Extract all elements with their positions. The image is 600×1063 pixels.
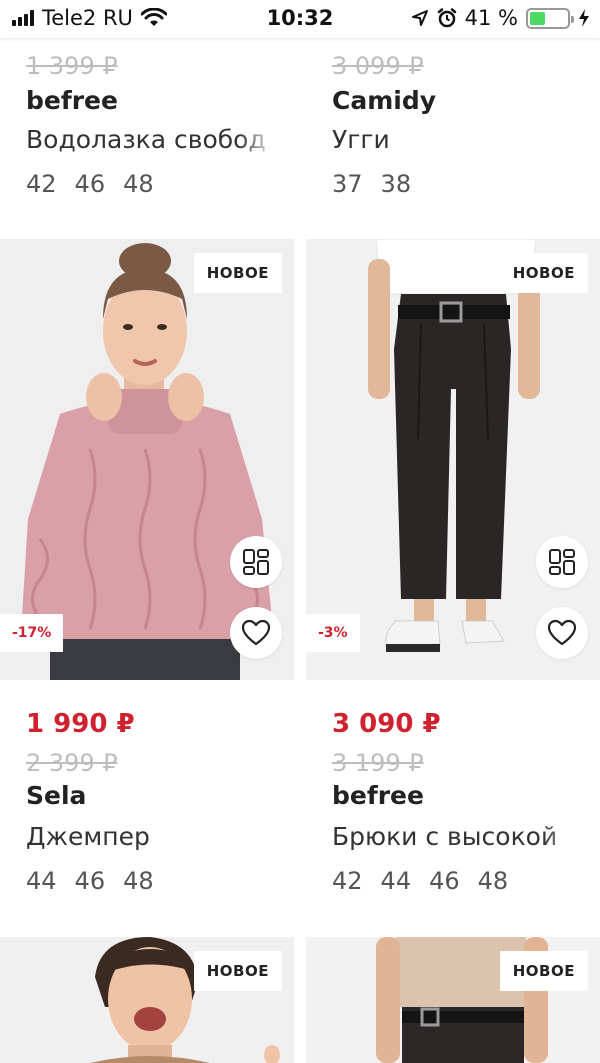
new-badge: НОВОЕ bbox=[193, 951, 282, 991]
product-name: Угги bbox=[332, 125, 390, 154]
new-badge: НОВОЕ bbox=[499, 253, 588, 293]
brand-name: befree bbox=[26, 86, 118, 115]
status-bar: Tele2 RU 10:32 41 % bbox=[0, 0, 600, 38]
new-badge: НОВОЕ bbox=[193, 253, 282, 293]
product-name: Брюки с высокой bbox=[332, 822, 558, 851]
grid-icon bbox=[549, 549, 575, 575]
new-badge: НОВОЕ bbox=[499, 951, 588, 991]
size-option: 46 bbox=[74, 170, 106, 198]
product-name: Водолазка свобод bbox=[26, 125, 266, 154]
location-icon bbox=[411, 10, 428, 26]
product-photo[interactable]: НОВОЕ -17% bbox=[0, 239, 294, 680]
old-price: 3 099 ₽ bbox=[332, 52, 424, 80]
size-option: 42 bbox=[26, 170, 57, 198]
favorite-button[interactable] bbox=[230, 607, 282, 659]
product-card[interactable]: НОВОЕ bbox=[306, 937, 600, 1063]
battery-level bbox=[530, 11, 545, 25]
similar-products-button[interactable] bbox=[536, 536, 588, 588]
size-option: 46 bbox=[429, 867, 460, 895]
grid-icon bbox=[243, 549, 269, 575]
size-option: 38 bbox=[380, 170, 412, 198]
product-name: Джемпер bbox=[26, 822, 150, 851]
current-price: 3 090 ₽ bbox=[332, 709, 441, 739]
size-option: 48 bbox=[123, 867, 154, 895]
similar-products-button[interactable] bbox=[230, 536, 282, 588]
product-card[interactable]: НОВОЕ bbox=[0, 937, 294, 1063]
battery-icon bbox=[526, 7, 574, 29]
product-photo[interactable]: НОВОЕ bbox=[0, 937, 294, 1063]
size-list: 37 38 bbox=[332, 170, 582, 198]
product-card[interactable]: НОВОЕ -17% 1 990 ₽ 2 399 ₽ Sela Джемпер bbox=[0, 239, 294, 937]
size-option: 44 bbox=[380, 867, 412, 895]
product-photo[interactable]: НОВОЕ bbox=[306, 937, 600, 1063]
size-option: 46 bbox=[74, 867, 106, 895]
battery-percent: 41 % bbox=[464, 6, 518, 30]
size-list: 44 46 48 bbox=[26, 867, 276, 895]
heart-icon bbox=[547, 619, 577, 646]
size-option: 44 bbox=[26, 867, 57, 895]
brand-name: Sela bbox=[26, 781, 87, 810]
discount-badge: -17% bbox=[0, 614, 64, 652]
size-list: 42 44 46 48 bbox=[332, 867, 582, 895]
product-photo[interactable]: НОВОЕ -3% bbox=[306, 239, 600, 680]
brand-name: befree bbox=[332, 781, 424, 810]
discount-badge: -3% bbox=[306, 614, 360, 652]
size-option: 42 bbox=[332, 867, 363, 895]
charging-icon bbox=[579, 9, 589, 27]
size-option: 37 bbox=[332, 170, 363, 198]
favorite-button[interactable] bbox=[536, 607, 588, 659]
product-card[interactable]: НОВОЕ -3% 3 090 ₽ 3 199 ₽ befree Брюки с bbox=[306, 239, 600, 937]
current-price: 1 990 ₽ bbox=[26, 709, 135, 739]
size-option: 48 bbox=[477, 867, 509, 895]
heart-icon bbox=[241, 619, 271, 646]
size-list: 42 46 48 bbox=[26, 170, 276, 198]
old-price: 2 399 ₽ bbox=[26, 749, 118, 777]
brand-name: Camidy bbox=[332, 86, 437, 115]
old-price: 1 399 ₽ bbox=[26, 52, 118, 80]
old-price: 3 199 ₽ bbox=[332, 749, 424, 777]
alarm-icon bbox=[437, 8, 456, 28]
size-option: 48 bbox=[123, 170, 154, 198]
